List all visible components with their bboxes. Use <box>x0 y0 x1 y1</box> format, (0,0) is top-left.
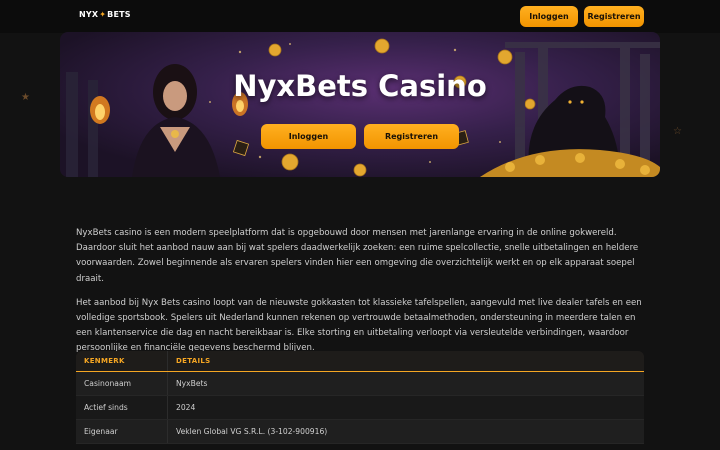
hero-register-button[interactable]: Registreren <box>364 124 459 149</box>
table-cell-label: Eigenaar <box>76 420 168 443</box>
top-navbar: NYX ✦ BETS Inloggen Registreren <box>0 0 720 33</box>
logo[interactable]: NYX ✦ BETS <box>79 10 131 19</box>
header-register-button[interactable]: Registreren <box>584 6 644 27</box>
decorative-star-icon: ☆ <box>673 126 682 137</box>
header-login-button[interactable]: Inloggen <box>520 6 578 27</box>
table-row: Eigenaar Veklen Global VG S.R.L. (3-102-… <box>76 420 644 444</box>
hero-illustration <box>66 38 660 177</box>
intro-paragraph: NyxBets casino is een modern speelplatfo… <box>76 228 639 284</box>
column-header-feature: KENMERK <box>76 351 168 371</box>
hero-banner: NyxBets Casino Inloggen Registreren <box>60 32 660 177</box>
intro-text: NyxBets casino is een modern speelplatfo… <box>76 226 644 366</box>
table-cell-label: Actief sinds <box>76 396 168 419</box>
table-cell-value: Veklen Global VG S.R.L. (3-102-900916) <box>176 427 328 436</box>
intro-paragraph: Het aanbod bij Nyx Bets casino loopt van… <box>76 297 642 354</box>
table-row: Casinonaam NyxBets <box>76 372 644 396</box>
column-header-details: DETAILS <box>176 357 211 365</box>
logo-text-right: BETS <box>107 10 131 19</box>
table-cell-value: 2024 <box>176 403 196 412</box>
hero-login-button[interactable]: Inloggen <box>261 124 356 149</box>
hero-title: NyxBets Casino <box>233 69 487 103</box>
table-cell-value: NyxBets <box>176 379 208 388</box>
casino-details-table: KENMERK DETAILS Casinonaam NyxBets Actie… <box>76 351 644 444</box>
table-header: KENMERK DETAILS <box>76 351 644 372</box>
table-cell-label: Casinonaam <box>76 372 168 395</box>
table-body: Casinonaam NyxBets Actief sinds 2024 Eig… <box>76 372 644 444</box>
decorative-star-icon: ★ <box>21 92 30 103</box>
table-row: Actief sinds 2024 <box>76 396 644 420</box>
star-icon: ✦ <box>99 10 107 19</box>
logo-text-left: NYX <box>79 10 99 19</box>
